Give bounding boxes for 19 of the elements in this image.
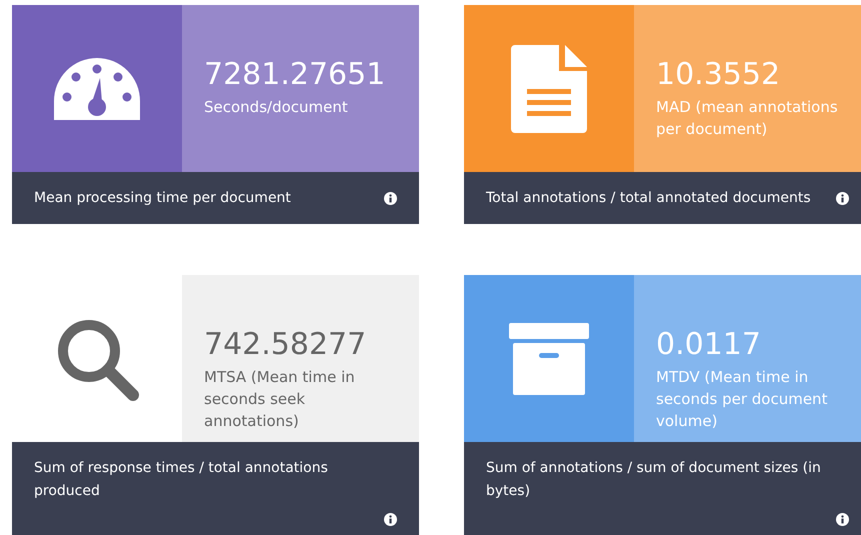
footer-text: Sum of response times / total annotations produced [34, 459, 329, 501]
metric-value: 0.0117 [656, 327, 762, 363]
document-icon [511, 44, 587, 132]
footer-text: Sum of annotations / sum of document sizes (in bytes) [486, 459, 822, 501]
footer-text: Mean processing time per document [34, 189, 292, 208]
info-icon[interactable] [836, 513, 849, 526]
metric-label: Seconds/document [204, 97, 349, 118]
gauge-icon [52, 56, 142, 122]
metric-value: 742.58277 [204, 327, 368, 363]
footer-text: Total annotations / total annotated documents [486, 189, 812, 208]
metric-value: 7281.27651 [204, 57, 386, 93]
metric-label: MTSA (Mean time in seconds seek annotations) [204, 367, 356, 432]
info-icon[interactable] [384, 513, 397, 526]
archive-box-icon [509, 322, 589, 394]
info-icon[interactable] [836, 192, 849, 205]
metric-label: MTDV (Mean time in seconds per document volume) [656, 367, 828, 432]
metric-label: MAD (mean annotations per document) [656, 97, 839, 140]
info-icon[interactable] [384, 192, 397, 205]
metric-value: 10.3552 [656, 57, 782, 93]
